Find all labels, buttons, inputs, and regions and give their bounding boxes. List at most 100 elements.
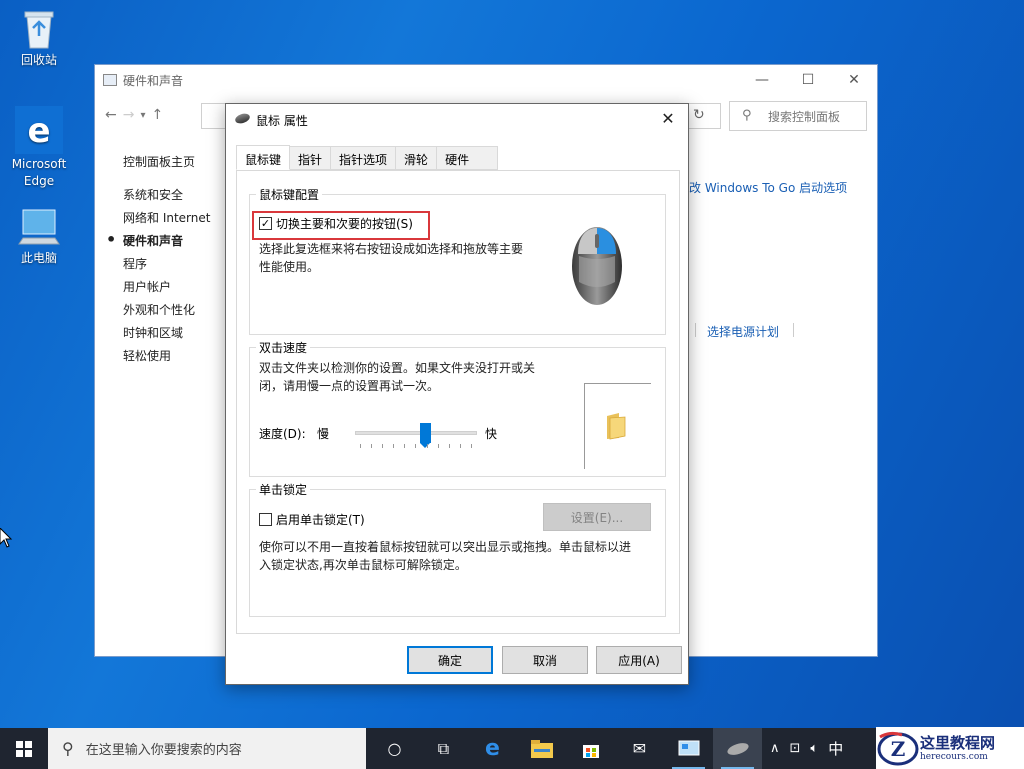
slow-label: 慢 bbox=[317, 427, 330, 441]
desktop-icon-this-pc[interactable]: 此电脑 bbox=[1, 208, 77, 267]
chevron-up-icon[interactable]: ∧ bbox=[770, 741, 780, 756]
volume-icon[interactable]: 🔈︎ bbox=[810, 741, 818, 756]
sidebar-item-appearance[interactable]: 外观和个性化 bbox=[123, 301, 210, 324]
start-button[interactable] bbox=[0, 728, 48, 769]
apply-button[interactable]: 应用(A) bbox=[596, 646, 682, 674]
desktop-icon-label: 此电脑 bbox=[20, 251, 57, 265]
file-explorer-icon[interactable] bbox=[517, 728, 566, 769]
group-label: 双击速度 bbox=[256, 339, 311, 356]
cortana-icon[interactable]: ○ bbox=[370, 728, 419, 769]
search-icon: ⚲ bbox=[742, 108, 752, 123]
speed-slider-track[interactable] bbox=[355, 431, 477, 435]
control-panel-taskbar-icon[interactable] bbox=[664, 728, 713, 769]
close-icon[interactable]: ✕ bbox=[831, 65, 877, 95]
speed-label: 速度(D): bbox=[259, 427, 306, 441]
slider-tick bbox=[360, 444, 361, 448]
taskbar: ⚲ 在这里输入你要搜索的内容 ○ ⧉ e ✉ ∧ ⊡ 🔈︎ 中 bbox=[0, 728, 1024, 769]
slider-tick bbox=[426, 444, 428, 448]
tab-pointer-options[interactable]: 指针选项 bbox=[331, 146, 397, 170]
click-lock-settings-button[interactable]: 设置(E)... bbox=[543, 503, 651, 531]
tab-strip: 鼠标键 指针 指针选项 滑轮 硬件 bbox=[236, 145, 499, 170]
mouse-properties-taskbar-icon[interactable] bbox=[713, 728, 762, 769]
close-icon[interactable]: ✕ bbox=[656, 109, 680, 128]
sidebar: 控制面板主页 系统和安全 网络和 Internet 硬件和声音 程序 用户帐户 … bbox=[106, 153, 211, 370]
slider-tick bbox=[371, 444, 373, 448]
power-plan-link[interactable]: 选择电源计划 bbox=[707, 323, 779, 340]
sidebar-item-accounts[interactable]: 用户帐户 bbox=[123, 278, 210, 301]
watermark-text: 这里教程网 herecours.com bbox=[920, 734, 995, 762]
sidebar-item-programs[interactable]: 程序 bbox=[123, 255, 210, 278]
network-icon[interactable]: ⊡ bbox=[790, 741, 801, 756]
refresh-icon[interactable]: ↻ bbox=[693, 107, 705, 123]
checkbox-box bbox=[259, 513, 272, 526]
slider-tick bbox=[437, 444, 439, 448]
cancel-button[interactable]: 取消 bbox=[502, 646, 588, 674]
desktop-icon-recycle-bin[interactable]: 回收站 bbox=[1, 6, 77, 69]
task-view-icon[interactable]: ⧉ bbox=[419, 728, 468, 769]
window-title: 硬件和声音 bbox=[123, 74, 184, 88]
sidebar-item-clock[interactable]: 时钟和区域 bbox=[123, 324, 210, 347]
folder-icon bbox=[607, 413, 626, 440]
recycle-bin-icon bbox=[24, 11, 54, 49]
window-controls: — ☐ ✕ bbox=[739, 65, 877, 95]
watermark: Z 这里教程网 herecours.com bbox=[876, 727, 1024, 769]
minimize-icon[interactable]: — bbox=[739, 65, 785, 95]
slider-ticks bbox=[360, 444, 472, 448]
speed-slider-thumb[interactable] bbox=[420, 423, 432, 448]
up-arrow-icon[interactable]: ↑ bbox=[152, 107, 164, 123]
mouse-icon bbox=[233, 111, 252, 126]
test-area[interactable] bbox=[584, 383, 651, 469]
svg-text:e: e bbox=[27, 111, 50, 151]
system-tray: ∧ ⊡ 🔈︎ 中 bbox=[770, 728, 843, 769]
double-click-description: 双击文件夹以检测你的设置。如果文件夹没打开或关 闭，请用慢一点的设置再试一次。 bbox=[259, 361, 536, 393]
link-separator bbox=[793, 323, 794, 337]
ok-button[interactable]: 确定 bbox=[407, 646, 493, 674]
taskbar-search-placeholder: 在这里输入你要搜索的内容 bbox=[85, 743, 242, 758]
windows-to-go-link[interactable]: 改 Windows To Go 启动选项 bbox=[689, 179, 847, 196]
slider-tick bbox=[415, 444, 417, 448]
mouse-illustration bbox=[572, 227, 622, 305]
watermark-url: herecours.com bbox=[920, 752, 988, 762]
edge-icon: e bbox=[15, 106, 63, 154]
link-separator bbox=[695, 323, 696, 337]
ime-indicator[interactable]: 中 bbox=[828, 738, 843, 759]
sidebar-item-network[interactable]: 网络和 Internet bbox=[123, 209, 210, 232]
click-lock-checkbox[interactable]: 启用单击锁定(T) bbox=[259, 511, 365, 528]
search-placeholder: 搜索控制面板 bbox=[768, 110, 841, 124]
slider-tick bbox=[470, 444, 472, 448]
edge-taskbar-icon[interactable]: e bbox=[468, 728, 517, 769]
tab-hardware[interactable]: 硬件 bbox=[437, 146, 499, 170]
recent-chevron-icon[interactable]: ▾ bbox=[140, 107, 145, 123]
search-icon: ⚲ bbox=[62, 739, 74, 758]
desktop-icon-label: 回收站 bbox=[20, 53, 57, 67]
checkbox-label: 切换主要和次要的按钮(S) bbox=[276, 217, 413, 231]
tab-buttons[interactable]: 鼠标键 bbox=[236, 145, 291, 170]
sidebar-item-accessibility[interactable]: 轻松使用 bbox=[123, 347, 210, 370]
computer-icon bbox=[18, 209, 60, 245]
tab-wheel[interactable]: 滑轮 bbox=[396, 146, 438, 170]
sidebar-home-link[interactable]: 控制面板主页 bbox=[123, 153, 210, 176]
mouse-properties-dialog: 鼠标 属性 ✕ 鼠标键 指针 指针选项 滑轮 硬件 鼠标键配置 ✓ 切换主要和次… bbox=[225, 103, 689, 685]
checkmark-icon: ✓ bbox=[259, 217, 272, 230]
taskbar-search-box[interactable]: ⚲ 在这里输入你要搜索的内容 bbox=[48, 728, 366, 769]
fast-label: 快 bbox=[485, 427, 498, 441]
maximize-icon[interactable]: ☐ bbox=[785, 65, 831, 95]
slider-tick bbox=[404, 444, 406, 448]
forward-arrow-icon[interactable]: → bbox=[123, 107, 135, 123]
click-lock-description: 使你可以不用一直按着鼠标按钮就可以突出显示或拖拽。单击鼠标以进 入锁定状态,再次… bbox=[259, 540, 632, 572]
switch-buttons-checkbox[interactable]: ✓ 切换主要和次要的按钮(S) bbox=[259, 215, 413, 232]
dialog-title: 鼠标 属性 bbox=[256, 114, 308, 128]
store-icon[interactable] bbox=[566, 728, 615, 769]
desktop-icon-edge[interactable]: e Microsoft Edge bbox=[1, 106, 77, 190]
sidebar-item-hardware[interactable]: 硬件和声音 bbox=[106, 230, 210, 255]
mouse-cursor-icon bbox=[0, 528, 13, 548]
checkbox-label: 启用单击锁定(T) bbox=[276, 513, 365, 527]
mail-icon[interactable]: ✉ bbox=[615, 728, 664, 769]
sidebar-item-security[interactable]: 系统和安全 bbox=[123, 186, 210, 209]
tab-pointers[interactable]: 指针 bbox=[290, 146, 332, 170]
slider-tick bbox=[382, 444, 384, 448]
svg-text:Z: Z bbox=[891, 737, 906, 761]
back-arrow-icon[interactable]: ← bbox=[105, 107, 117, 123]
search-input[interactable]: ⚲ 搜索控制面板 bbox=[729, 101, 867, 131]
group-label: 单击锁定 bbox=[256, 481, 311, 498]
